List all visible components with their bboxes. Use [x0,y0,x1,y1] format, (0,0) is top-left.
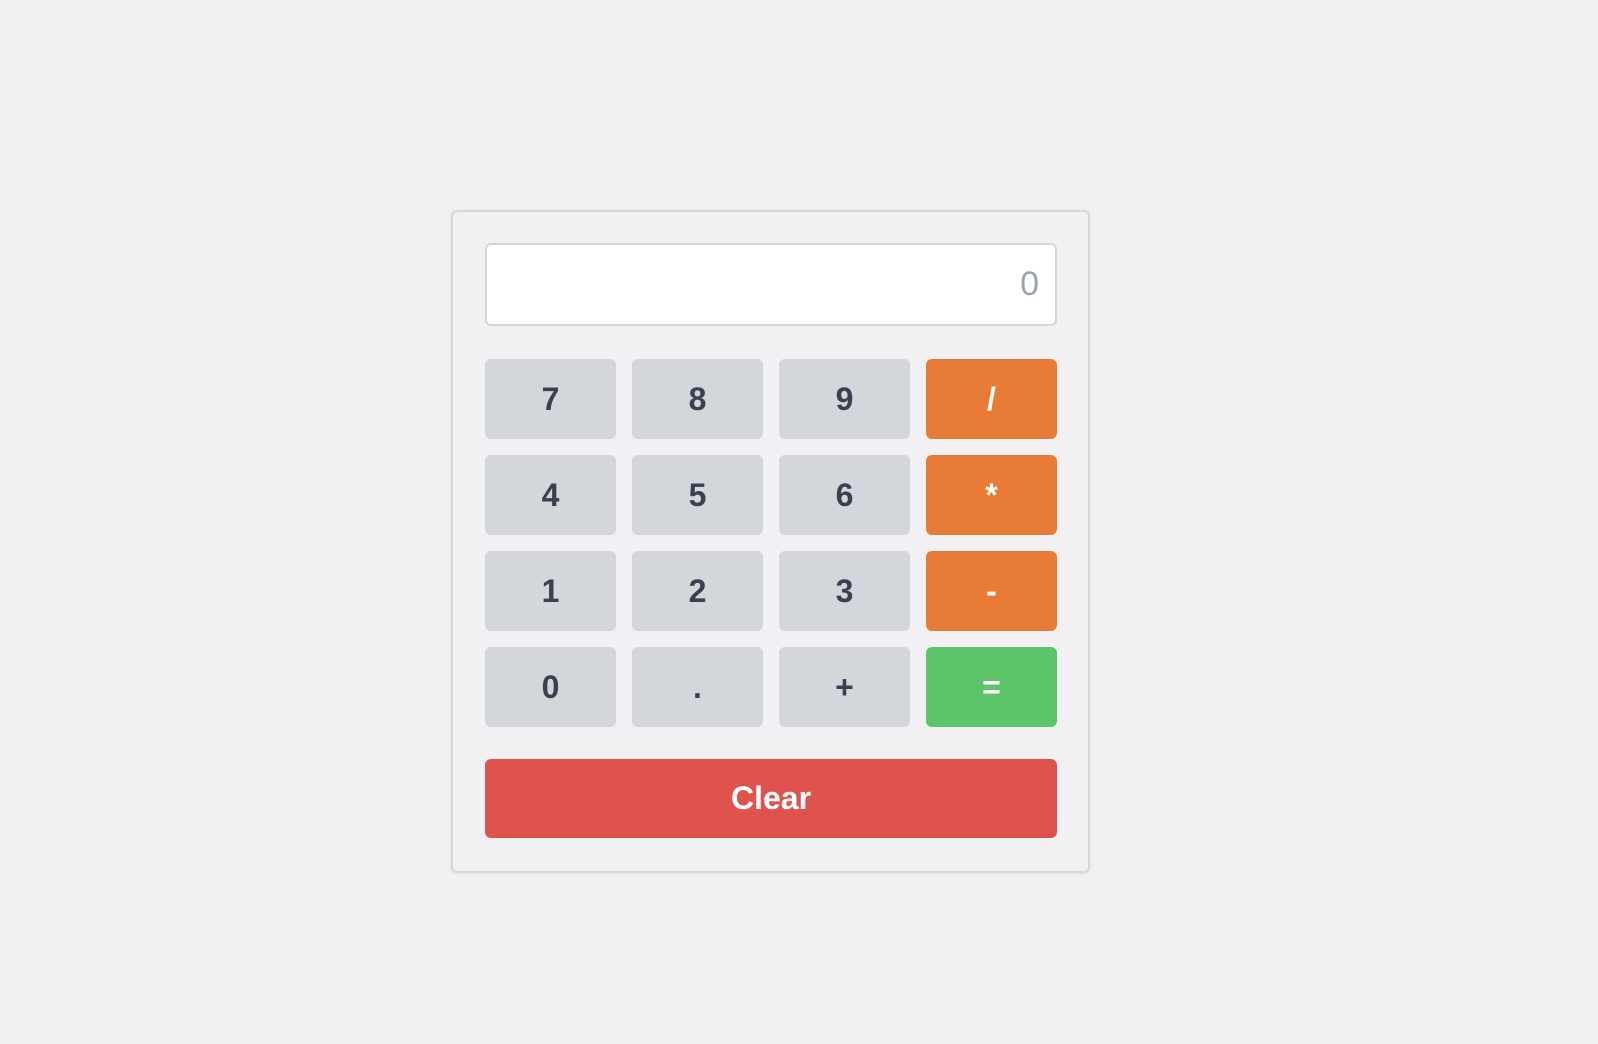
key-1-button[interactable]: 1 [485,551,616,631]
key-6-button[interactable]: 6 [779,455,910,535]
key-0-button[interactable]: 0 [485,647,616,727]
key-4-button[interactable]: 4 [485,455,616,535]
keypad: 7 8 9/ 4 5 6 * 1 2 3- 0. + = [485,359,1057,727]
key-equals-button[interactable]: = [926,647,1057,727]
key-3-button[interactable]: 3 [779,551,910,631]
calculator-card: 0 7 8 9/ 4 5 6 * 1 2 3- 0. + = Clear [451,210,1090,873]
key-subtract-button[interactable]: - [926,551,1057,631]
key-multiply-button[interactable]: * [926,455,1057,535]
key-decimal-button[interactable]: . [632,647,763,727]
key-9-button[interactable]: 9 [779,359,910,439]
key-5-button[interactable]: 5 [632,455,763,535]
clear-button[interactable]: Clear [485,759,1057,838]
key-2-button[interactable]: 2 [632,551,763,631]
calculator-display[interactable]: 0 [485,243,1057,326]
key-7-button[interactable]: 7 [485,359,616,439]
display-value: 0 [1020,265,1039,303]
key-add-button[interactable]: + [779,647,910,727]
key-divide-button[interactable]: / [926,359,1057,439]
key-8-button[interactable]: 8 [632,359,763,439]
